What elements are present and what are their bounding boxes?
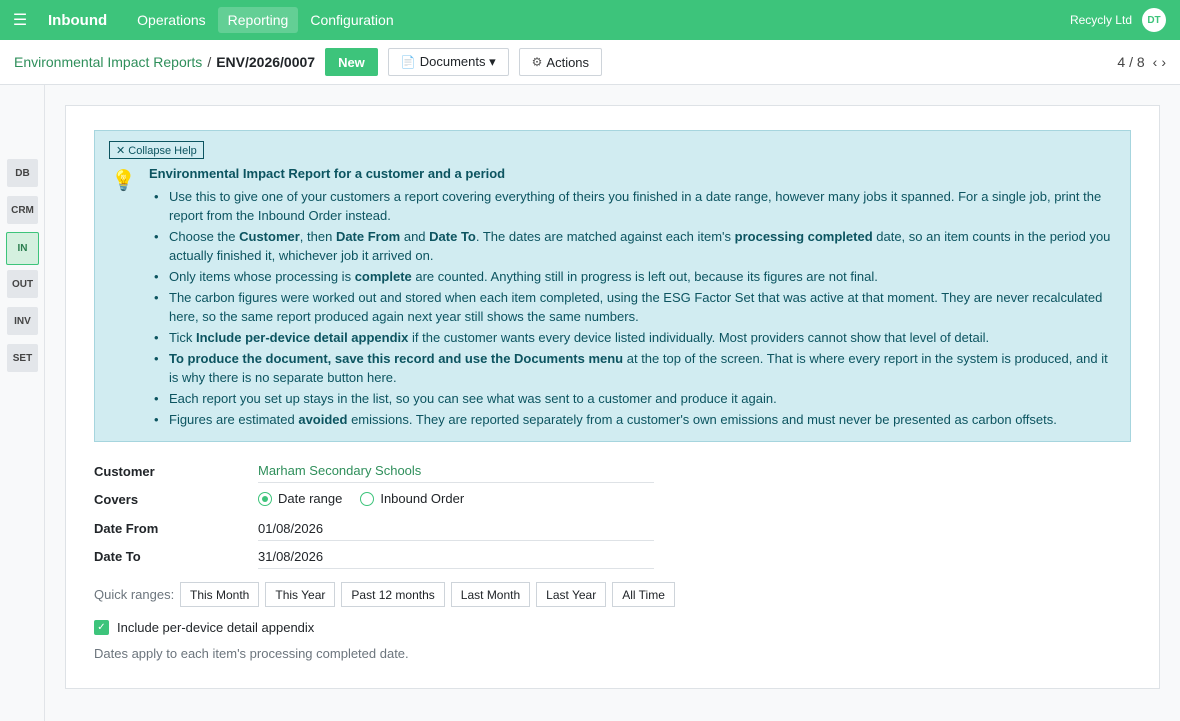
sidenav-item-set[interactable]: SET bbox=[7, 344, 38, 372]
help-item: To produce the document, save this recor… bbox=[149, 349, 1114, 387]
help-item: Use this to give one of your customers a… bbox=[149, 187, 1114, 225]
user-avatar[interactable]: DT bbox=[1142, 8, 1166, 32]
help-panel: ✕ Collapse Help 💡 Environmental Impact R… bbox=[94, 130, 1131, 442]
gear-icon: ⚙ bbox=[531, 55, 543, 69]
menu-configuration[interactable]: Configuration bbox=[300, 7, 403, 33]
breadcrumb-current: ENV/2026/0007 bbox=[216, 54, 316, 70]
help-item: Only items whose processing is complete … bbox=[149, 267, 1114, 286]
covers-inbound-order-radio[interactable] bbox=[360, 491, 375, 506]
help-item: Choose the Customer, then Date From and … bbox=[149, 227, 1114, 265]
covers-radio-group: Date range Inbound Order bbox=[258, 491, 482, 506]
help-item: The carbon figures were worked out and s… bbox=[149, 288, 1114, 326]
breadcrumb: Environmental Impact Reports / ENV/2026/… bbox=[14, 54, 315, 70]
pager-previous-icon[interactable]: ‹ bbox=[1153, 54, 1158, 70]
lightbulb-icon: 💡 bbox=[111, 170, 136, 192]
menu-operations[interactable]: Operations bbox=[127, 7, 215, 33]
help-item: Tick Include per-device detail appendix … bbox=[149, 328, 1114, 347]
side-nav: DB CRM IN OUT INV SET bbox=[0, 85, 45, 721]
covers-label: Covers bbox=[94, 492, 139, 507]
actions-label: Actions bbox=[546, 54, 590, 70]
company-switcher[interactable]: Recycly Ltd bbox=[1070, 13, 1132, 27]
sidenav-item-crm[interactable]: CRM bbox=[7, 196, 38, 224]
help-item: Each report you set up stays in the list… bbox=[149, 389, 1114, 408]
new-button[interactable]: New bbox=[325, 48, 378, 76]
quick-range-all-time-button[interactable]: All Time bbox=[612, 582, 675, 607]
covers-date-range-radio[interactable] bbox=[258, 491, 272, 506]
quick-ranges: This Month This Year Past 12 months Last… bbox=[180, 582, 681, 607]
top-navbar: ☰ Inbound Operations Reporting Configura… bbox=[0, 0, 1180, 40]
pager-next-icon[interactable]: › bbox=[1161, 54, 1166, 70]
appendix-row: ✓ Include per-device detail appendix bbox=[94, 620, 314, 635]
documents-label: Documents ▾ bbox=[419, 54, 496, 69]
customer-field[interactable]: Marham Secondary Schools bbox=[258, 463, 654, 483]
pager: 4 / 8 ‹ › bbox=[1117, 54, 1166, 70]
form-sheet: ✕ Collapse Help 💡 Environmental Impact R… bbox=[65, 105, 1160, 689]
control-panel: Environmental Impact Reports / ENV/2026/… bbox=[0, 40, 1180, 85]
sidenav-item-in[interactable]: IN bbox=[6, 232, 39, 265]
sidenav-item-db[interactable]: DB bbox=[7, 159, 38, 187]
collapse-help-button[interactable]: ✕ Collapse Help bbox=[109, 141, 204, 159]
help-list: Use this to give one of your customers a… bbox=[149, 187, 1114, 431]
date-to-label: Date To bbox=[94, 549, 141, 564]
quick-range-last-year-button[interactable]: Last Year bbox=[536, 582, 607, 607]
appendix-checkbox[interactable]: ✓ bbox=[94, 620, 109, 635]
document-icon: 📄 bbox=[400, 55, 416, 69]
help-item: Figures are estimated avoided emissions.… bbox=[149, 410, 1114, 429]
covers-date-range-label[interactable]: Date range bbox=[278, 491, 342, 506]
quick-range-this-month-button[interactable]: This Month bbox=[180, 582, 260, 607]
date-to-field[interactable]: 31/08/2026 bbox=[258, 549, 654, 569]
app-name[interactable]: Inbound bbox=[48, 12, 107, 29]
documents-button[interactable]: 📄 Documents ▾ bbox=[387, 48, 509, 76]
breadcrumb-parent-link[interactable]: Environmental Impact Reports bbox=[14, 54, 202, 70]
quick-range-past-12-months-button[interactable]: Past 12 months bbox=[341, 582, 445, 607]
quick-range-this-year-button[interactable]: This Year bbox=[265, 582, 336, 607]
quick-range-last-month-button[interactable]: Last Month bbox=[450, 582, 531, 607]
menu-reporting[interactable]: Reporting bbox=[217, 7, 299, 33]
covers-inbound-order-label[interactable]: Inbound Order bbox=[380, 491, 464, 506]
sidenav-item-out[interactable]: OUT bbox=[7, 270, 38, 298]
customer-label: Customer bbox=[94, 464, 155, 479]
pager-value[interactable]: 4 / 8 bbox=[1117, 54, 1144, 70]
date-from-label: Date From bbox=[94, 521, 159, 536]
breadcrumb-separator: / bbox=[207, 54, 212, 70]
quick-ranges-label: Quick ranges: bbox=[94, 587, 175, 602]
appendix-label[interactable]: Include per-device detail appendix bbox=[117, 620, 314, 635]
dates-hint: Dates apply to each item's processing co… bbox=[94, 646, 409, 661]
hamburger-menu-icon[interactable]: ☰ bbox=[0, 10, 40, 30]
actions-button[interactable]: ⚙ Actions bbox=[518, 48, 603, 76]
date-from-field[interactable]: 01/08/2026 bbox=[258, 521, 654, 541]
help-title: Environmental Impact Report for a custom… bbox=[149, 166, 506, 181]
sidenav-item-inv[interactable]: INV bbox=[7, 307, 38, 335]
